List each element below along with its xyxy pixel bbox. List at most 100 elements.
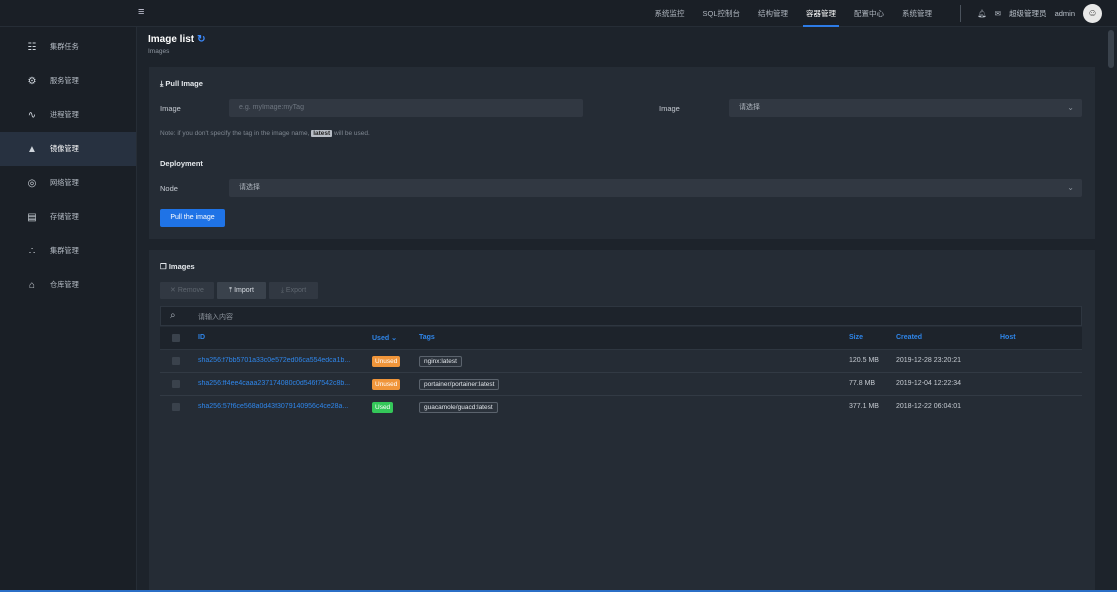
image-size: 120.5 MB [849, 357, 879, 364]
import-label: Import [234, 287, 254, 294]
username[interactable]: admin [1055, 9, 1075, 18]
nav-structure[interactable]: 结构管理 [749, 0, 797, 27]
column-host: Host [1000, 334, 1016, 341]
image-created: 2019-12-28 23:20:21 [896, 357, 961, 364]
node-select[interactable]: 请选择 ⌄ [229, 179, 1082, 197]
image-size: 77.8 MB [849, 380, 876, 387]
pull-image-panel: ⤓ Pull Image Image e.g. myImage:myTag Im… [149, 67, 1095, 239]
column-tags: Tags [419, 334, 435, 341]
column-used-label: Used [372, 335, 390, 342]
mail-icon[interactable]: ✉ [995, 9, 1001, 18]
trash-icon: ✕ [170, 287, 176, 294]
image-tag: nginx:latest [419, 356, 462, 367]
menu-toggle-icon[interactable]: ≡ [138, 6, 148, 18]
storage-icon: ▤ [27, 211, 37, 223]
image-icon: ▲ [27, 143, 37, 155]
chevron-down-icon: ⌄ [1067, 103, 1074, 112]
image-tag: portainer/portainer:latest [419, 379, 500, 390]
nav-monitor[interactable]: 系统监控 [645, 0, 693, 27]
top-nav: 系统监控 SQL控制台 结构管理 容器管理 配置中心 系统管理 [645, 0, 941, 27]
image-id-link[interactable]: sha256:ff4ee4caaa237174080c0d546f7542c8b… [198, 380, 362, 387]
refresh-icon[interactable]: ↻ [197, 34, 205, 45]
table-row: sha256:ff4ee4caaa237174080c0d546f7542c8b… [160, 373, 1082, 396]
image-label: Image [160, 104, 181, 113]
sidebar-item-label: 集群管理 [50, 246, 79, 255]
row-checkbox[interactable] [172, 380, 180, 388]
process-icon: ∿ [27, 109, 37, 121]
pull-image-button[interactable]: Pull the image [160, 209, 225, 227]
sort-icon: ⌄ [389, 335, 397, 342]
image-created: 2018-12-22 06:04:01 [896, 403, 961, 410]
sidebar-item-label: 存储管理 [50, 212, 79, 221]
export-label: Export [285, 287, 307, 294]
page-title-text: Image list [148, 34, 195, 45]
nav-sql-console[interactable]: SQL控制台 [693, 0, 749, 27]
sidebar-item-service[interactable]: ⚙ 服务管理 [0, 64, 136, 98]
sidebar-item-image[interactable]: ▲ 镜像管理 [0, 132, 136, 166]
sidebar-item-label: 集群任务 [50, 42, 79, 51]
sidebar-item-process[interactable]: ∿ 进程管理 [0, 98, 136, 132]
scrollbar[interactable] [1108, 30, 1114, 68]
breadcrumb: Images [148, 48, 170, 55]
search-bar[interactable]: ⌕ 请输入内容 [160, 306, 1082, 326]
deployment-header: Deployment [160, 159, 203, 168]
table-row: sha256:f7bb5701a33c0e572ed06ca554edca1b.… [160, 350, 1082, 373]
image-tag: guacamole/guacd:latest [419, 402, 498, 413]
note-text-after: will be used. [334, 130, 370, 137]
search-input[interactable]: 请输入内容 [198, 312, 233, 322]
row-checkbox[interactable] [172, 403, 180, 411]
registry-value: 请选择 [739, 104, 760, 111]
sidebar-item-label: 进程管理 [50, 110, 79, 119]
sidebar-item-label: 仓库管理 [50, 280, 79, 289]
page-title: Image list ↻ [148, 34, 206, 45]
table-header: ID Used ⌄ Tags Size Created Host [160, 327, 1082, 350]
node-label: Node [160, 184, 178, 193]
sidebar-item-label: 服务管理 [50, 76, 79, 85]
bell-icon[interactable]: 🔔︎ [977, 9, 987, 18]
image-id-link[interactable]: sha256:f7bb5701a33c0e572ed06ca554edca1b.… [198, 357, 362, 364]
status-badge: Unused [372, 379, 401, 390]
select-all-checkbox[interactable] [172, 334, 180, 342]
sidebar-item-storage[interactable]: ▤ 存储管理 [0, 200, 136, 234]
nav-container[interactable]: 容器管理 [797, 0, 845, 27]
upload-icon: ⤒ [229, 287, 233, 294]
pull-image-title: Pull Image [165, 79, 203, 88]
divider [960, 5, 962, 22]
registry-select[interactable]: 请选择 ⌄ [729, 99, 1082, 117]
import-button[interactable]: ⤒ Import [217, 282, 266, 299]
column-created[interactable]: Created [896, 334, 922, 341]
latest-tag: latest [311, 130, 333, 137]
cluster-tasks-icon: ☷ [27, 41, 37, 53]
search-icon: ⌕ [170, 310, 176, 321]
row-checkbox[interactable] [172, 357, 180, 365]
user-area: 🔔︎ ✉ 超级管理员 admin ☺ [960, 0, 1102, 27]
cluster-icon: ∴ [28, 245, 36, 257]
warehouse-icon: ⌂ [28, 279, 36, 291]
column-size[interactable]: Size [849, 334, 863, 341]
sidebar-item-label: 镜像管理 [50, 144, 79, 153]
image-name-input[interactable]: e.g. myImage:myTag [229, 99, 583, 117]
export-button[interactable]: ⤓ Export [269, 282, 318, 299]
pull-note: Note: if you don't specify the tag in th… [160, 130, 370, 137]
remove-label: Remove [177, 287, 204, 294]
download-icon: ⤓ [280, 287, 284, 294]
nav-config[interactable]: 配置中心 [845, 0, 893, 27]
sidebar-item-cluster-tasks[interactable]: ☷ 集群任务 [0, 30, 136, 64]
nav-system[interactable]: 系统管理 [893, 0, 941, 27]
avatar[interactable]: ☺ [1083, 4, 1102, 23]
column-used[interactable]: Used ⌄ [372, 334, 397, 342]
registry-label: Image [659, 104, 680, 113]
node-value: 请选择 [239, 184, 260, 191]
image-size: 377.1 MB [849, 403, 879, 410]
sidebar-item-label: 网络管理 [50, 178, 79, 187]
status-badge: Used [372, 402, 394, 413]
sidebar-item-warehouse[interactable]: ⌂ 仓库管理 [0, 268, 136, 302]
image-id-link[interactable]: sha256:57f6ce568a0d43f3079140956c4ce28a.… [198, 403, 362, 410]
service-icon: ⚙ [27, 75, 37, 87]
remove-button[interactable]: ✕ Remove [160, 282, 214, 299]
clone-icon: ❐ [160, 262, 167, 271]
sidebar-item-network[interactable]: ◎ 网络管理 [0, 166, 136, 200]
pull-image-header: ⤓ Pull Image [160, 79, 203, 89]
sidebar-item-cluster[interactable]: ∴ 集群管理 [0, 234, 136, 268]
column-id[interactable]: ID [198, 334, 205, 341]
